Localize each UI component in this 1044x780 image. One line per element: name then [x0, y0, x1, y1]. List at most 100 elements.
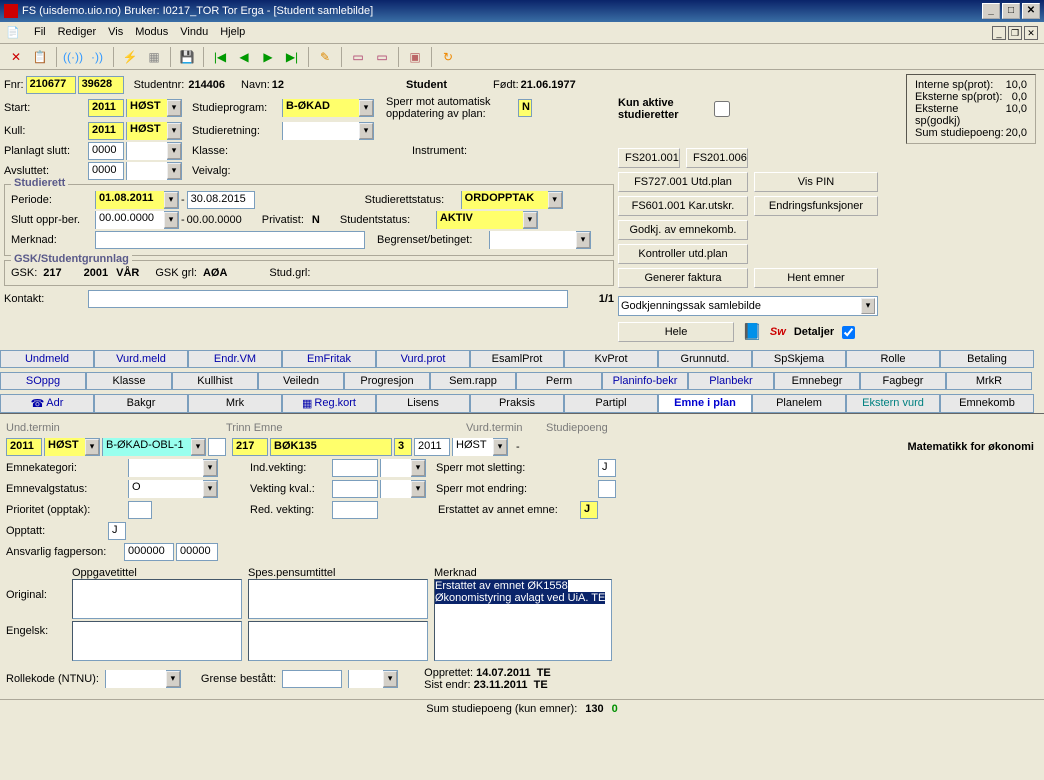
endringsfunksjoner-button[interactable]: Endringsfunksjoner	[754, 196, 878, 216]
kull-yr-field[interactable]: 2011	[88, 122, 124, 140]
tab-emfritak[interactable]: EmFritak	[282, 350, 376, 368]
tab-fagbegr[interactable]: Fagbegr	[860, 372, 946, 390]
tab-planinfobekr[interactable]: Planinfo-bekr	[602, 372, 688, 390]
menu-fil[interactable]: Fil	[34, 26, 46, 39]
tab-veiledn[interactable]: Veiledn	[258, 372, 344, 390]
tool-prev[interactable]: ◀	[234, 47, 254, 67]
indvekting-field[interactable]	[332, 459, 378, 477]
redvekting-field[interactable]	[332, 501, 378, 519]
tab-perm[interactable]: Perm	[516, 372, 602, 390]
hent-emner-button[interactable]: Hent emner	[754, 268, 878, 288]
tab-spskjema[interactable]: SpSkjema	[752, 350, 846, 368]
slutt-from-field[interactable]: 00.00.0000▾	[95, 211, 179, 229]
merknad-textbox[interactable]: Erstattet av emnet ØK1558 Økonomistyring…	[434, 579, 612, 661]
plan-yr1[interactable]: 2011	[6, 438, 42, 456]
tab-ekstern-vurd[interactable]: Ekstern vurd	[846, 394, 940, 413]
tab-emne-i-plan[interactable]: Emne i plan	[658, 394, 752, 413]
spes-engelsk-field[interactable]	[248, 621, 428, 661]
tool-grid[interactable]: ▦	[144, 47, 164, 67]
fs601-button[interactable]: FS601.001 Kar.utskr.	[618, 196, 748, 216]
emnevalg-dropdown[interactable]: O▾	[128, 480, 218, 498]
indvekting-dropdown[interactable]: ▾	[380, 459, 426, 477]
opptatt-field[interactable]: J	[108, 522, 126, 540]
tab-emnekomb[interactable]: Emnekomb	[940, 394, 1034, 413]
studieprogram-dropdown[interactable]: B-ØKAD▾	[282, 99, 374, 117]
tab-adr[interactable]: ☎Adr	[0, 394, 94, 413]
tab-vurdprot[interactable]: Vurd.prot	[376, 350, 470, 368]
tab-praksis[interactable]: Praksis	[470, 394, 564, 413]
tab-regkort[interactable]: ▦Reg.kort	[282, 394, 376, 413]
tool-form1[interactable]: ▭	[348, 47, 368, 67]
menu-vis[interactable]: Vis	[108, 26, 123, 39]
avsluttet-field[interactable]: 0000	[88, 162, 124, 180]
tab-emnebegr[interactable]: Emnebegr	[774, 372, 860, 390]
tab-mrkr[interactable]: MrkR	[946, 372, 1032, 390]
tool-first[interactable]: |◀	[210, 47, 230, 67]
tool-copy[interactable]: 📋	[30, 47, 50, 67]
periode-from-field[interactable]: 01.08.2011▾	[95, 191, 179, 209]
tab-rolle[interactable]: Rolle	[846, 350, 940, 368]
tab-planbekr[interactable]: Planbekr	[688, 372, 774, 390]
periode-to-field[interactable]: 30.08.2015	[187, 191, 255, 209]
tool-flash[interactable]: ⚡	[120, 47, 140, 67]
tab-progresjon[interactable]: Progresjon	[344, 372, 430, 390]
hele-button[interactable]: Hele	[618, 322, 734, 342]
godkj-button[interactable]: Godkj. av emnekomb.	[618, 220, 748, 240]
plan-program-dropdown[interactable]: B-ØKAD-OBL-1▾	[102, 438, 206, 456]
prioritet-field[interactable]	[128, 501, 152, 519]
kontroller-button[interactable]: Kontroller utd.plan	[618, 244, 748, 264]
plan-yr2[interactable]: 2011	[414, 438, 450, 456]
planlagt-slutt-sem-dropdown[interactable]: ▾	[126, 142, 182, 160]
start-sem-dropdown[interactable]: HØST▾	[126, 99, 182, 117]
close-button[interactable]: ✕	[1022, 3, 1040, 19]
start-yr-field[interactable]: 2011	[88, 99, 124, 117]
detaljer-checkbox[interactable]	[842, 326, 855, 339]
studierettstatus-dropdown[interactable]: ORDOPPTAK▾	[461, 191, 563, 209]
plan-sem1-dropdown[interactable]: HØST▾	[44, 438, 100, 456]
tab-bakgr[interactable]: Bakgr	[94, 394, 188, 413]
tab-kvprot[interactable]: KvProt	[564, 350, 658, 368]
ansvarlig2-field[interactable]: 00000	[176, 543, 218, 561]
tool-refresh[interactable]: ↻	[438, 47, 458, 67]
kontakt-field[interactable]	[88, 290, 568, 308]
studieretning-dropdown[interactable]: ▾	[282, 122, 374, 140]
menu-vindu[interactable]: Vindu	[180, 26, 208, 39]
tool-tx[interactable]: ·))	[87, 47, 107, 67]
doc-close-button[interactable]: ✕	[1024, 26, 1038, 40]
plan-sem2-dropdown[interactable]: HØST▾	[452, 438, 508, 456]
doc-restore-button[interactable]: ❐	[1008, 26, 1022, 40]
grense-field[interactable]	[282, 670, 342, 688]
oppg-original-field[interactable]	[72, 579, 242, 619]
menu-rediger[interactable]: Rediger	[58, 26, 97, 39]
plan-trinn[interactable]	[208, 438, 226, 456]
tool-edit[interactable]: ✎	[315, 47, 335, 67]
emnekategori-dropdown[interactable]: ▾	[128, 459, 218, 477]
tab-kullhist[interactable]: Kullhist	[172, 372, 258, 390]
tool-window[interactable]: ▣	[405, 47, 425, 67]
sperr-slett-field[interactable]: J	[598, 459, 616, 477]
generer-faktura-button[interactable]: Generer faktura	[618, 268, 748, 288]
tool-next[interactable]: ▶	[258, 47, 278, 67]
vektingkval-dropdown[interactable]: ▾	[380, 480, 426, 498]
plan-num[interactable]: 217	[232, 438, 268, 456]
tab-vurdmeld[interactable]: Vurd.meld	[94, 350, 188, 368]
tab-partipl[interactable]: Partipl	[564, 394, 658, 413]
tab-mrk[interactable]: Mrk	[188, 394, 282, 413]
tool-form2[interactable]: ▭	[372, 47, 392, 67]
menu-modus[interactable]: Modus	[135, 26, 168, 39]
merknad-field[interactable]	[95, 231, 365, 249]
maximize-button[interactable]: □	[1002, 3, 1020, 19]
tool-last[interactable]: ▶|	[282, 47, 302, 67]
rollekode-dropdown[interactable]: ▾	[105, 670, 181, 688]
tab-semrapp[interactable]: Sem.rapp	[430, 372, 516, 390]
tab-soppg[interactable]: SOppg	[0, 372, 86, 390]
ansvarlig1-field[interactable]: 000000	[124, 543, 174, 561]
fnr2-field[interactable]: 39628	[78, 76, 124, 94]
spes-original-field[interactable]	[248, 579, 428, 619]
tab-esamlprot[interactable]: EsamlProt	[470, 350, 564, 368]
tab-undmeld[interactable]: Undmeld	[0, 350, 94, 368]
vektingkval-field[interactable]	[332, 480, 378, 498]
tab-betaling[interactable]: Betaling	[940, 350, 1034, 368]
tab-lisens[interactable]: Lisens	[376, 394, 470, 413]
minimize-button[interactable]: _	[982, 3, 1000, 19]
